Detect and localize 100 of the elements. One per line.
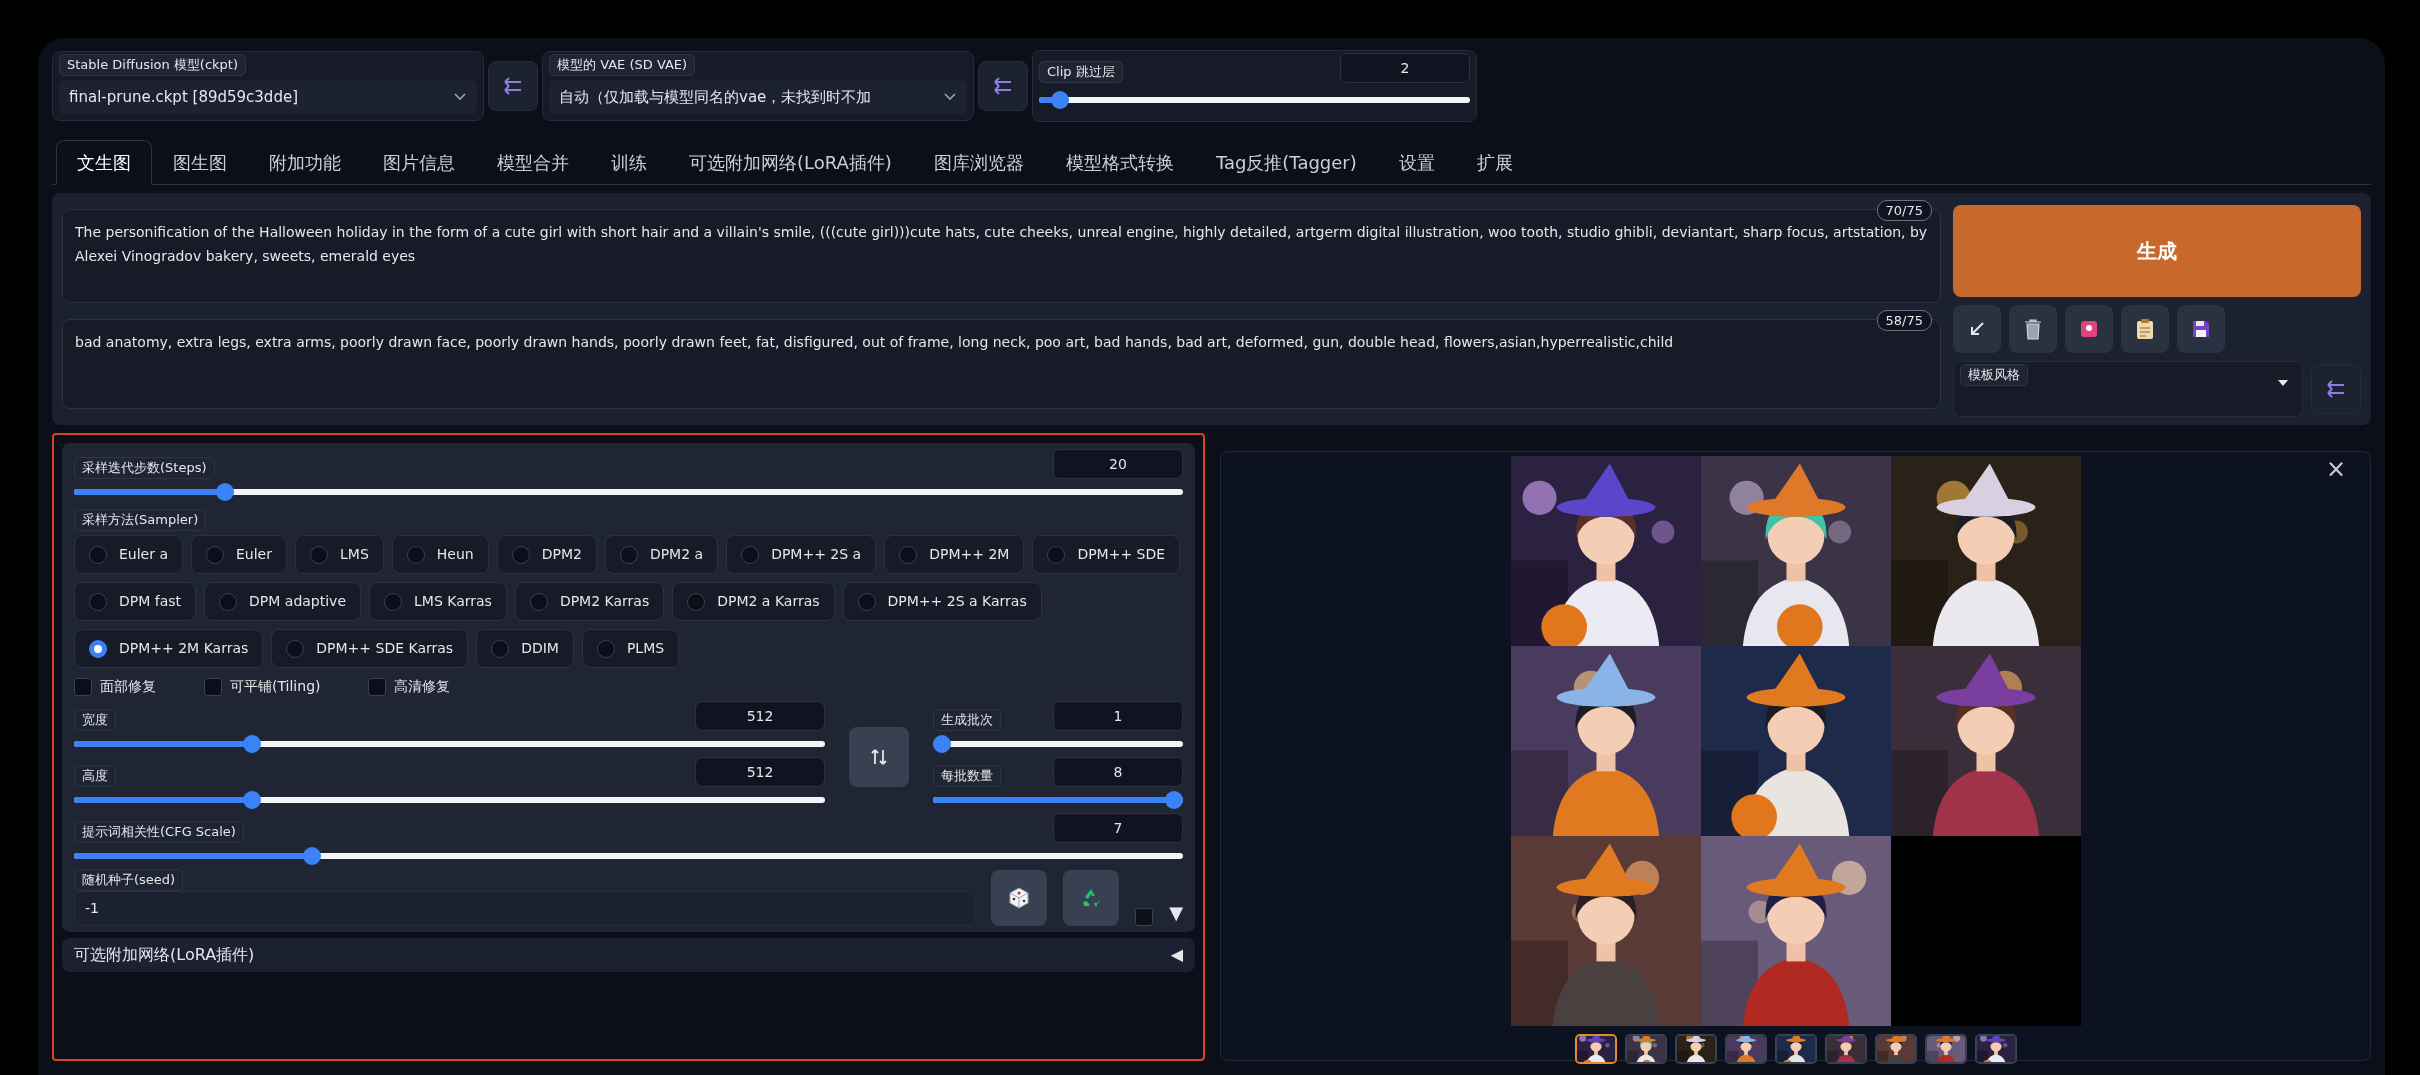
thumbnail[interactable] bbox=[1624, 1034, 1667, 1064]
number-field[interactable]: 7 bbox=[1053, 813, 1183, 843]
thumbnail[interactable] bbox=[1724, 1034, 1767, 1064]
sampler-option[interactable]: DPM++ 2M bbox=[884, 535, 1025, 574]
image-button[interactable] bbox=[2065, 305, 2113, 353]
tab[interactable]: 模型合并 bbox=[476, 140, 590, 185]
thumbnail[interactable] bbox=[1974, 1034, 2017, 1064]
sampler-option[interactable]: DPM2 Karras bbox=[514, 582, 665, 621]
sampler-option[interactable]: LMS bbox=[295, 535, 384, 574]
radio-button[interactable] bbox=[596, 639, 615, 658]
checkbox[interactable] bbox=[74, 677, 92, 696]
radio-button[interactable] bbox=[219, 592, 238, 611]
tab[interactable]: 设置 bbox=[1377, 140, 1456, 185]
radio-button[interactable] bbox=[619, 545, 638, 564]
slider-thumb[interactable] bbox=[303, 847, 322, 865]
dropdown[interactable]: 自动（仅加载与模型同名的vae，未找到时不加 bbox=[549, 79, 967, 115]
slider-thumb[interactable] bbox=[242, 735, 261, 753]
sampler-option[interactable]: Euler bbox=[191, 535, 287, 574]
thumbnail[interactable] bbox=[1824, 1034, 1867, 1064]
sampler-option[interactable]: DPM++ 2S a Karras bbox=[842, 582, 1042, 621]
radio-button[interactable] bbox=[687, 592, 706, 611]
dice-button[interactable] bbox=[991, 870, 1048, 926]
tab[interactable]: 文生图 bbox=[56, 140, 152, 185]
radio-button[interactable] bbox=[529, 592, 548, 611]
sampler-option[interactable]: Heun bbox=[391, 535, 489, 574]
clipboard-button[interactable] bbox=[2121, 305, 2169, 353]
slider-thumb[interactable] bbox=[933, 735, 951, 753]
sampler-option[interactable]: Euler a bbox=[74, 535, 183, 574]
checkbox[interactable] bbox=[368, 677, 387, 696]
slider[interactable] bbox=[933, 735, 1183, 753]
generate-button[interactable]: 生成 bbox=[1953, 205, 2361, 297]
tab[interactable]: 模型格式转换 bbox=[1044, 140, 1195, 185]
sampler-option[interactable]: DPM2 bbox=[496, 535, 597, 574]
checkbox[interactable] bbox=[204, 677, 222, 696]
radio-button[interactable] bbox=[206, 545, 224, 564]
sampler-option[interactable]: DPM adaptive bbox=[204, 582, 361, 621]
thumbnail[interactable] bbox=[1924, 1034, 1967, 1064]
number-field[interactable]: 512 bbox=[695, 701, 825, 731]
radio-button[interactable] bbox=[511, 545, 530, 564]
number-field[interactable]: 1 bbox=[1053, 701, 1183, 731]
accordion-header[interactable]: 可选附加网络(LoRA插件) ◀ bbox=[62, 938, 1195, 972]
radio-button[interactable] bbox=[89, 639, 107, 658]
slider[interactable] bbox=[1039, 91, 1470, 109]
slider[interactable] bbox=[74, 847, 1183, 865]
number-field[interactable]: 2 bbox=[1340, 53, 1470, 83]
number-field[interactable]: 8 bbox=[1053, 757, 1183, 787]
tab[interactable]: Tag反推(Tagger) bbox=[1194, 140, 1378, 185]
seed-field[interactable]: -1 bbox=[74, 891, 976, 926]
radio-button[interactable] bbox=[89, 545, 107, 564]
radio-button[interactable] bbox=[406, 545, 425, 564]
thumbnail[interactable] bbox=[1774, 1034, 1817, 1064]
arrow-button[interactable] bbox=[1953, 305, 2001, 353]
sampler-option[interactable]: LMS Karras bbox=[369, 582, 507, 621]
radio-button[interactable] bbox=[899, 545, 918, 564]
recycle-button[interactable] bbox=[1063, 870, 1120, 926]
thumbnail[interactable] bbox=[1874, 1034, 1917, 1064]
number-field[interactable]: 512 bbox=[695, 757, 825, 787]
tab[interactable]: 图生图 bbox=[152, 140, 248, 185]
radio-button[interactable] bbox=[1047, 545, 1066, 564]
save-button[interactable] bbox=[2177, 305, 2225, 353]
refresh-button[interactable] bbox=[488, 61, 538, 111]
slider[interactable] bbox=[74, 791, 825, 809]
sampler-option[interactable]: DPM2 a bbox=[604, 535, 719, 574]
sampler-option[interactable]: DPM++ 2S a bbox=[726, 535, 877, 574]
radio-button[interactable] bbox=[89, 592, 107, 611]
slider-thumb[interactable] bbox=[1051, 91, 1070, 109]
tab[interactable]: 图库浏览器 bbox=[912, 140, 1045, 185]
number-field[interactable]: 20 bbox=[1053, 449, 1183, 479]
slider-thumb[interactable] bbox=[215, 483, 234, 501]
radio-button[interactable] bbox=[310, 545, 328, 564]
close-button[interactable]: × bbox=[2319, 456, 2352, 482]
sampler-option[interactable]: DPM++ SDE Karras bbox=[271, 629, 469, 668]
sampler-option[interactable]: DPM++ 2M Karras bbox=[74, 629, 264, 668]
radio-button[interactable] bbox=[286, 639, 305, 658]
tab[interactable]: 训练 bbox=[590, 140, 668, 185]
slider[interactable] bbox=[933, 791, 1183, 809]
thumbnail[interactable] bbox=[1574, 1034, 1617, 1064]
tab[interactable]: 扩展 bbox=[1455, 140, 1534, 185]
trash-button[interactable] bbox=[2009, 305, 2057, 353]
slider-thumb[interactable] bbox=[242, 791, 261, 809]
tab[interactable]: 图片信息 bbox=[362, 140, 476, 185]
tab[interactable]: 可选附加网络(LoRA插件) bbox=[668, 140, 913, 185]
sampler-option[interactable]: DPM++ SDE bbox=[1032, 535, 1181, 574]
tab[interactable]: 附加功能 bbox=[248, 140, 362, 185]
slider[interactable] bbox=[74, 735, 825, 753]
sampler-option[interactable]: DPM2 a Karras bbox=[672, 582, 835, 621]
sampler-option[interactable]: DPM fast bbox=[74, 582, 197, 621]
slider[interactable] bbox=[74, 483, 1183, 501]
refresh-button[interactable] bbox=[978, 61, 1028, 111]
sampler-option[interactable]: PLMS bbox=[581, 629, 680, 668]
expand-toggle[interactable]: ▼ bbox=[1169, 899, 1183, 926]
radio-button[interactable] bbox=[491, 639, 510, 658]
radio-button[interactable] bbox=[384, 592, 402, 611]
thumbnail[interactable] bbox=[1674, 1034, 1717, 1064]
slider-thumb[interactable] bbox=[1165, 791, 1183, 809]
dropdown[interactable]: final-prune.ckpt [89d59c3dde] bbox=[59, 79, 477, 115]
refresh-button[interactable] bbox=[2311, 364, 2361, 414]
radio-button[interactable] bbox=[857, 592, 876, 611]
radio-button[interactable] bbox=[741, 545, 760, 564]
checkbox[interactable] bbox=[1135, 908, 1154, 926]
